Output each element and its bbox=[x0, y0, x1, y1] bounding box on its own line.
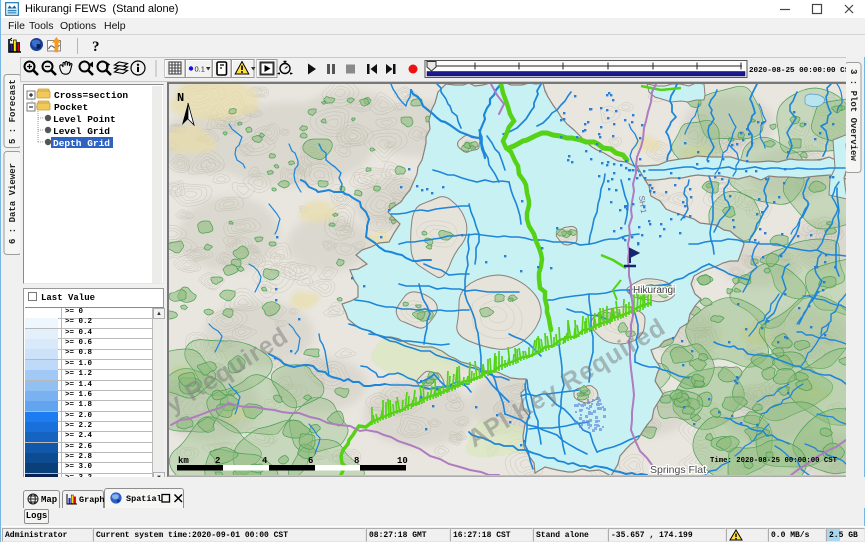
svg-text:Depth Grid: Depth Grid bbox=[53, 138, 110, 149]
svg-text:Springs Flat: Springs Flat bbox=[650, 464, 706, 475]
svg-text:Level Grid: Level Grid bbox=[53, 126, 110, 137]
svg-text:Hikurangi: Hikurangi bbox=[633, 285, 675, 296]
svg-text:8: 8 bbox=[354, 456, 359, 466]
svg-text:4: 4 bbox=[262, 456, 268, 466]
svg-text:10: 10 bbox=[397, 456, 408, 466]
svg-text:km: km bbox=[178, 456, 189, 466]
svg-text:2020-08-25 00:00:00 CST: 2020-08-25 00:00:00 CST bbox=[749, 67, 847, 75]
svg-text:?: ? bbox=[92, 39, 100, 55]
svg-text:0.1: 0.1 bbox=[195, 65, 205, 74]
svg-text:6: 6 bbox=[308, 456, 313, 466]
svg-text:Cross=section: Cross=section bbox=[54, 90, 128, 101]
svg-text:2: 2 bbox=[215, 456, 220, 466]
svg-text:N: N bbox=[177, 91, 184, 105]
svg-text:Level Point: Level Point bbox=[53, 114, 116, 125]
svg-text:Time: 2020-08-25 00:00:00 CST: Time: 2020-08-25 00:00:00 CST bbox=[710, 457, 838, 465]
svg-text:6 : Data Viewer: 6 : Data Viewer bbox=[8, 163, 18, 244]
svg-text:Pocket: Pocket bbox=[54, 102, 88, 113]
svg-text:3 : Plot Overview: 3 : Plot Overview bbox=[848, 69, 858, 161]
svg-text:5 : Forecast: 5 : Forecast bbox=[8, 79, 18, 144]
